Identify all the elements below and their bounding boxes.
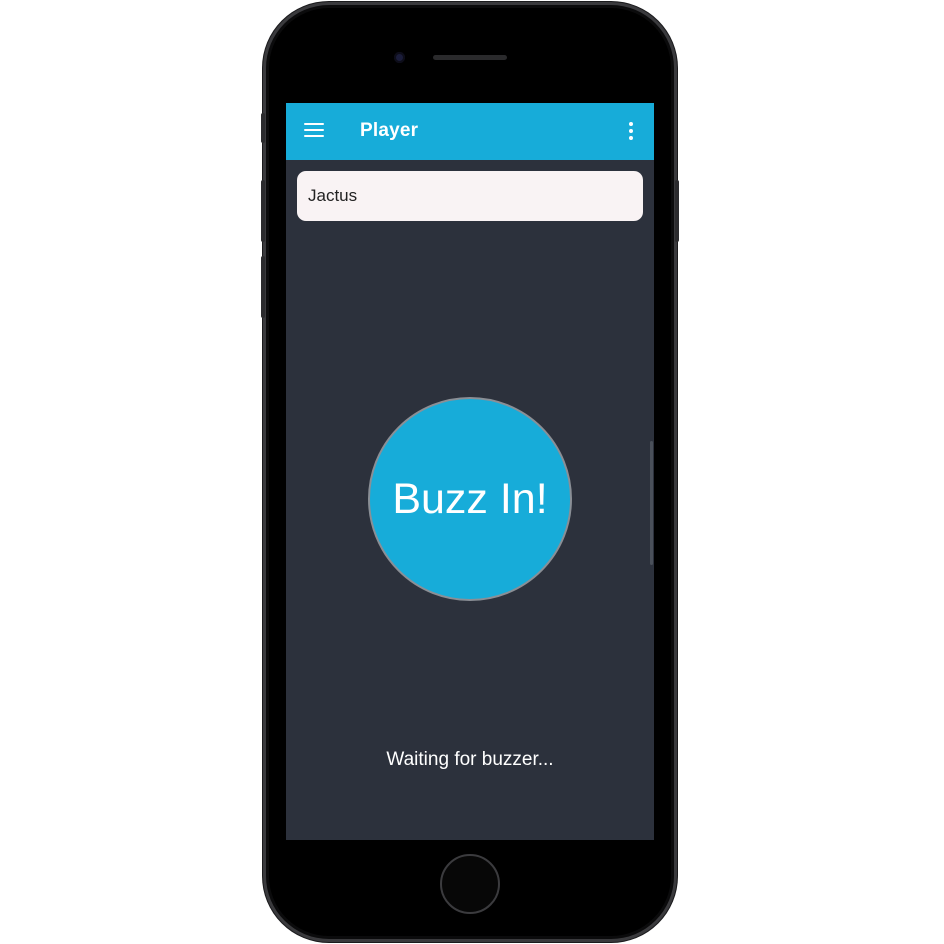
app-screen: Player Buzz In! Waiting for buzzer... (286, 103, 654, 840)
volume-up-button (261, 180, 265, 242)
scrollbar (650, 441, 653, 565)
home-button[interactable] (440, 854, 500, 914)
page-title: Player (360, 120, 419, 141)
device-frame-stage: Player Buzz In! Waiting for buzzer... (0, 0, 944, 944)
mute-switch (261, 113, 265, 143)
buzz-in-button[interactable]: Buzz In! (368, 397, 572, 601)
more-vert-icon[interactable] (624, 122, 638, 142)
hamburger-menu-icon[interactable] (304, 123, 324, 137)
player-name-input[interactable] (297, 171, 643, 221)
front-camera (394, 52, 405, 63)
volume-down-button (261, 256, 265, 318)
power-button (675, 180, 679, 242)
app-bar: Player (286, 103, 654, 160)
buzzer-status-text: Waiting for buzzer... (386, 749, 554, 770)
earpiece-speaker (433, 55, 507, 60)
